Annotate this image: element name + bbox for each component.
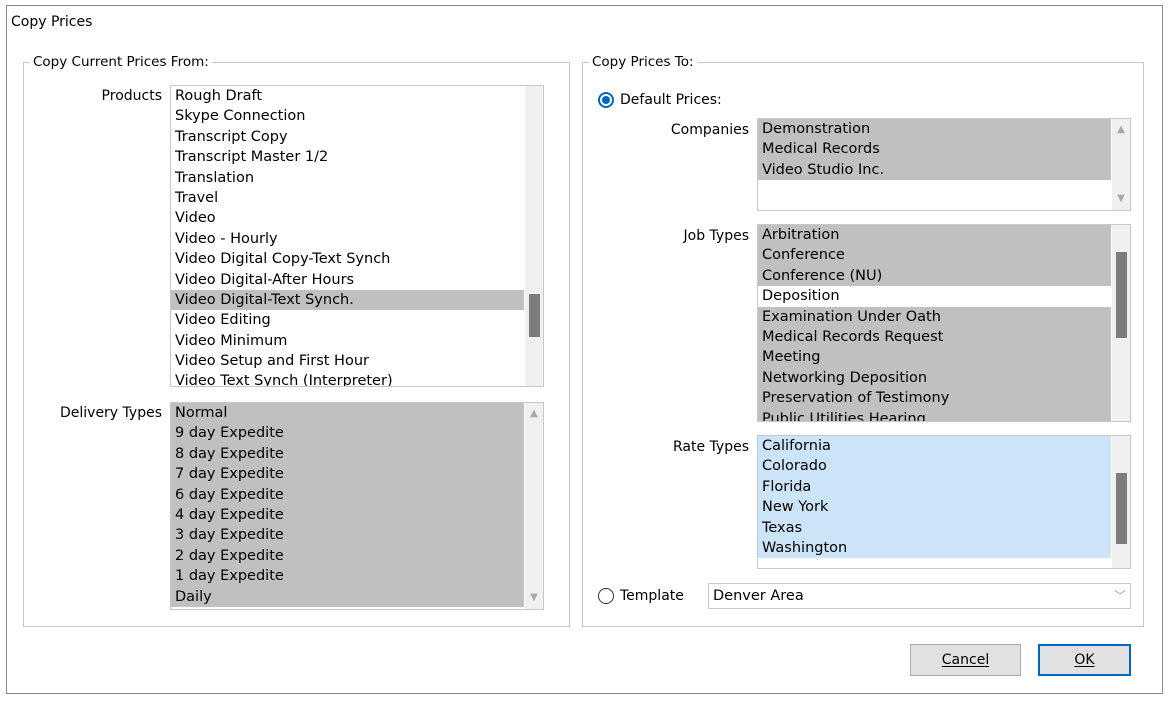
list-item[interactable]: Rough Draft [171,86,524,106]
chevron-up-icon[interactable]: ▲ [1112,121,1130,139]
list-item[interactable]: Medical Records [758,139,1111,160]
list-item[interactable]: 4 day Expedite [171,504,524,526]
list-item[interactable]: Video [171,208,524,228]
list-item[interactable]: Video Minimum [171,331,524,351]
products-scroll-thumb[interactable] [529,294,540,337]
template-radio[interactable] [598,588,614,604]
products-label: Products [101,88,162,104]
copy-from-group-label: Copy Current Prices From: [30,53,212,71]
list-item[interactable]: Networking Deposition [758,367,1111,389]
companies-listbox[interactable]: Demonstration Medical Records Video Studio… [757,118,1131,211]
job-types-list: Arbitration Conference Conference (NU) Depo… [758,225,1111,421]
companies-scrollbar[interactable]: ▲ ▼ [1112,119,1130,210]
companies-list: Demonstration Medical Records Video Studio… [758,119,1111,210]
list-item[interactable]: Daily [171,586,524,607]
job-types-label: Job Types [683,228,749,244]
list-item[interactable]: Conference (NU) [758,265,1111,287]
list-item[interactable]: Video Digital-After Hours [171,270,524,290]
list-item[interactable]: New York [758,497,1111,518]
list-item[interactable]: 3 day Expedite [171,525,524,546]
list-item[interactable]: Examination Under Oath [758,306,1111,327]
list-item[interactable]: Washington [758,537,1111,559]
list-item[interactable]: Translation [171,168,524,188]
list-item[interactable]: Video - Hourly [171,229,524,249]
products-listbox[interactable]: Rough Draft Skype Connection Transcript Co… [170,85,544,387]
default-prices-radio[interactable] [598,92,614,108]
delivery-types-list: Normal 9 day Expedite 8 day Expedite 7 day … [171,403,524,609]
products-list: Rough Draft Skype Connection Transcript Co… [171,86,524,386]
rate-types-list: California Colorado Florida New York Texas Wa… [758,436,1111,568]
products-scrollbar[interactable] [525,86,543,386]
rate-types-scrollbar[interactable] [1112,436,1130,568]
rate-types-label: Rate Types [672,439,749,455]
list-item[interactable]: Video Editing [171,310,524,330]
list-item[interactable]: Video Studio Inc. [758,159,1111,181]
list-item[interactable]: Public Utilities Hearing [758,408,1111,421]
list-item[interactable]: 9 day Expedite [171,423,524,444]
list-item[interactable]: Medical Records Request [758,326,1111,348]
rate-types-listbox[interactable]: California Colorado Florida New York Texas Wa… [757,435,1131,569]
list-item[interactable]: Conference [758,245,1111,266]
list-item[interactable]: 1 day Expedite [171,566,524,587]
chevron-down-icon[interactable]: ▼ [1112,190,1130,208]
list-item[interactable]: Meeting [758,347,1111,368]
copy-to-group-label: Copy Prices To: [589,53,697,71]
job-types-listbox[interactable]: Arbitration Conference Conference (NU) Depo… [757,224,1131,422]
list-item[interactable]: Normal [171,403,524,424]
list-item[interactable]: 8 day Expedite [171,443,524,465]
chevron-up-icon[interactable]: ▲ [525,405,543,423]
list-item[interactable]: Colorado [758,456,1111,477]
list-item[interactable]: Preservation of Testimony [758,388,1111,409]
template-combobox-value: Denver Area [713,588,804,604]
window-title: Copy Prices [11,14,93,30]
list-item[interactable]: Arbitration [758,225,1111,246]
list-item[interactable]: Texas [758,517,1111,538]
list-item[interactable]: Travel [171,188,524,208]
default-prices-label[interactable]: Default Prices: [620,90,722,110]
template-label[interactable]: Template [620,586,684,606]
ok-button[interactable]: OK [1038,644,1131,676]
list-item[interactable]: Demonstration [758,119,1111,140]
list-item[interactable]: Skype Connection [171,106,524,126]
chevron-down-icon[interactable]: ﹀ [1114,584,1126,608]
list-item[interactable]: Video Text Synch (Interpreter) [171,371,524,386]
copy-from-group: Copy Current Prices From: Products Rough… [23,53,570,627]
list-item[interactable]: 7 day Expedite [171,464,524,485]
list-item[interactable]: Florida [758,476,1111,498]
list-item[interactable]: Deposition [758,286,1111,306]
list-item[interactable]: Video Digital Copy-Text Synch [171,249,524,269]
copy-prices-dialog: Copy Prices Copy Current Prices From: Pr… [6,5,1163,694]
list-item[interactable]: 2 day Expedite [171,545,524,567]
job-types-scroll-thumb[interactable] [1116,252,1127,338]
delivery-types-scrollbar[interactable]: ▲ ▼ [525,403,543,609]
list-item[interactable]: Transcript Copy [171,127,524,147]
list-item[interactable]: Video Setup and First Hour [171,351,524,371]
list-item[interactable]: California [758,436,1111,457]
rate-types-scroll-thumb[interactable] [1116,473,1127,544]
companies-label: Companies [670,122,749,138]
list-item[interactable]: Transcript Master 1/2 [171,147,524,167]
delivery-types-label: Delivery Types [59,405,162,421]
template-combobox[interactable]: Denver Area ﹀ [708,583,1131,609]
job-types-scrollbar[interactable] [1112,225,1130,421]
cancel-button[interactable]: Cancel [910,644,1021,676]
list-item[interactable]: Video Digital-Text Synch. [171,289,524,311]
list-item[interactable]: 6 day Expedite [171,484,524,505]
chevron-down-icon[interactable]: ▼ [525,589,543,607]
delivery-types-listbox[interactable]: Normal 9 day Expedite 8 day Expedite 7 day … [170,402,544,610]
copy-to-group: Copy Prices To: Default Prices: Companie… [582,53,1144,627]
